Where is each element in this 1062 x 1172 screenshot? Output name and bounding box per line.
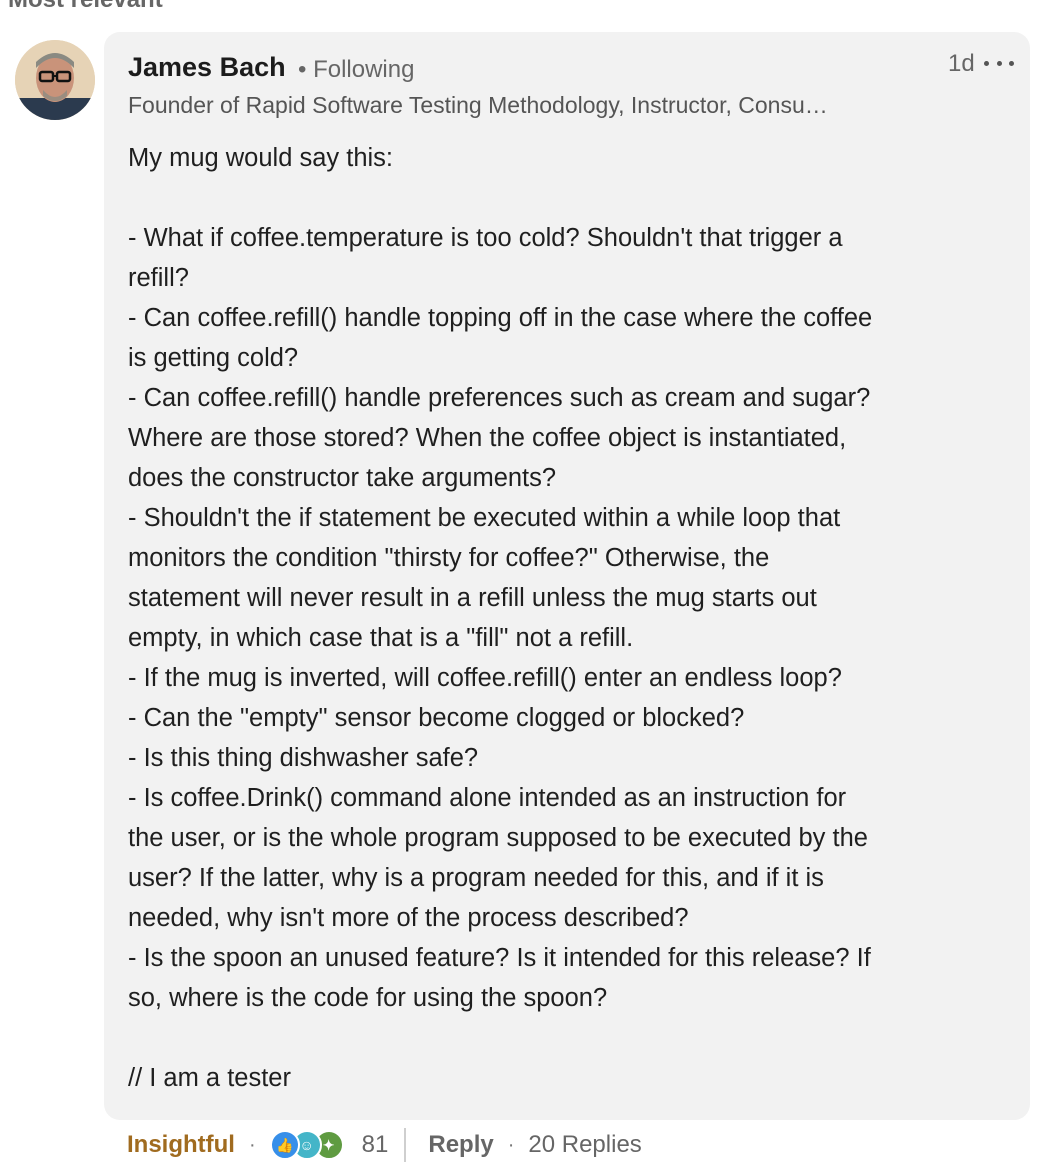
comment-line: user? If the latter, why is a program ne… xyxy=(128,864,824,892)
reply-button[interactable]: Reply xyxy=(428,1131,493,1159)
comment-line: - Can the "empty" sensor become clogged … xyxy=(128,704,745,732)
comment-timestamp: 1d xyxy=(948,50,975,77)
avatar-image xyxy=(15,40,95,120)
comment-line: - Can coffee.refill() handle topping off… xyxy=(128,304,873,332)
comment-line: so, where is the code for using the spoo… xyxy=(128,984,608,1012)
comment-bubble: James Bach • Following 1d Founder of Rap… xyxy=(104,32,1030,1120)
comment-line xyxy=(128,1018,1008,1058)
comment-line: - Can coffee.refill() handle preferences… xyxy=(128,384,871,412)
comment-line: does the constructor take arguments? xyxy=(128,464,557,492)
comment-line: is getting cold? xyxy=(128,344,299,372)
comment-line: - If the mug is inverted, will coffee.re… xyxy=(128,664,842,692)
comment-line: - What if coffee.temperature is too cold… xyxy=(128,224,843,252)
section-label: Most relevant xyxy=(8,0,163,14)
comment-line: My mug would say this: xyxy=(128,144,394,172)
comment-line: empty, in which case that is a "fill" no… xyxy=(128,624,634,652)
comment-line: - Is this thing dishwasher safe? xyxy=(128,744,479,772)
comment-line: needed, why isn't more of the process de… xyxy=(128,904,689,932)
replies-link[interactable]: 20 Replies xyxy=(528,1131,641,1159)
author-name[interactable]: James Bach xyxy=(128,52,286,83)
more-options-icon[interactable] xyxy=(984,50,1014,76)
author-avatar[interactable] xyxy=(15,40,95,120)
comment-line xyxy=(128,178,1008,218)
comment-line: refill? xyxy=(128,264,189,292)
comment-line: the user, or is the whole program suppos… xyxy=(128,824,868,852)
like-icon: 👍 xyxy=(269,1130,300,1160)
following-status: • Following xyxy=(298,56,415,83)
reaction-label[interactable]: Insightful xyxy=(127,1131,235,1159)
author-headline: Founder of Rapid Software Testing Method… xyxy=(128,92,828,118)
comment-line: - Shouldn't the if statement be executed… xyxy=(128,504,841,532)
reaction-count[interactable]: 81 xyxy=(362,1131,389,1159)
comment-line: Where are those stored? When the coffee … xyxy=(128,424,847,452)
comment-line: statement will never result in a refill … xyxy=(128,584,817,612)
comment-line: - Is the spoon an unused feature? Is it … xyxy=(128,944,871,972)
comment-line: // I am a tester xyxy=(128,1064,291,1092)
separator-dot: · xyxy=(507,1133,515,1156)
comment-line: - Is coffee.Drink() command alone intend… xyxy=(128,784,847,812)
comment-actions: Insightful · 👍 ☺ ✦ 81 Reply · 20 Replies xyxy=(127,1127,642,1163)
comment-line: monitors the condition "thirsty for coff… xyxy=(128,544,770,572)
action-divider xyxy=(404,1128,407,1162)
separator-dot: · xyxy=(248,1133,256,1156)
comment-text: My mug would say this: - What if coffee.t… xyxy=(128,138,1008,1098)
reaction-icons[interactable]: 👍 ☺ ✦ xyxy=(269,1130,344,1160)
